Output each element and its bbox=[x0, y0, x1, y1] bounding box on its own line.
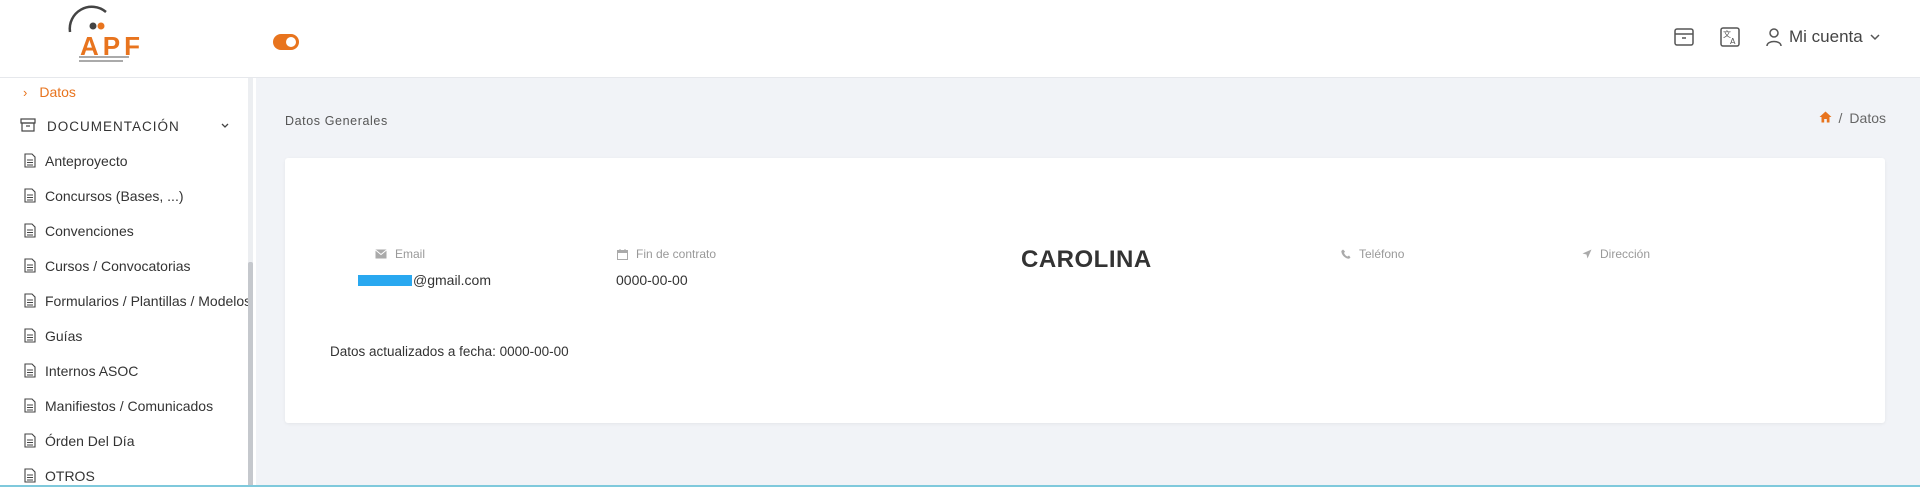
translate-icon: 文 A bbox=[1720, 27, 1740, 47]
sidebar-item-cursos[interactable]: Cursos / Convocatorias bbox=[24, 255, 191, 277]
archive-icon bbox=[20, 118, 36, 134]
profile-card: Email @gmail.com Fin de contrato 0000-00… bbox=[285, 158, 1885, 423]
calendar-icon bbox=[617, 248, 628, 260]
sidebar-item-concursos[interactable]: Concursos (Bases, ...) bbox=[24, 185, 184, 207]
location-arrow-icon bbox=[1582, 249, 1592, 259]
chevron-down-icon bbox=[220, 119, 230, 134]
sidebar-item-label: Concursos (Bases, ...) bbox=[45, 188, 184, 204]
profile-name: CAROLINA bbox=[1021, 246, 1152, 273]
sidebar-item-label: Internos ASOC bbox=[45, 363, 139, 379]
sidebar-item-otros[interactable]: OTROS bbox=[24, 465, 95, 487]
sidebar-toggle[interactable] bbox=[273, 34, 299, 50]
sidebar-item-label: Anteproyecto bbox=[45, 153, 128, 169]
address-label: Dirección bbox=[1600, 247, 1651, 261]
envelope-icon bbox=[375, 249, 387, 259]
document-icon bbox=[24, 258, 38, 274]
chevron-down-icon bbox=[1870, 34, 1880, 41]
sidebar-section-documentacion[interactable]: DOCUMENTACIÓN bbox=[20, 115, 229, 137]
archive-button[interactable] bbox=[1672, 25, 1696, 49]
phone-field: Teléfono bbox=[1341, 247, 1404, 261]
sidebar-item-manifiestos[interactable]: Manifiestos / Comunicados bbox=[24, 395, 213, 417]
contract-label-row: Fin de contrato bbox=[617, 247, 716, 261]
chevron-right-icon: › bbox=[23, 84, 28, 100]
sidebar-scrollbar-thumb[interactable] bbox=[248, 262, 253, 487]
toggle-knob bbox=[286, 37, 296, 47]
svg-text:A: A bbox=[1730, 37, 1736, 46]
document-icon bbox=[24, 328, 38, 344]
redacted-block bbox=[358, 274, 412, 286]
account-label: Mi cuenta bbox=[1789, 27, 1863, 46]
email-label-row: Email bbox=[375, 247, 491, 261]
contract-value: 0000-00-00 bbox=[616, 272, 688, 288]
phone-label-row: Teléfono bbox=[1341, 247, 1404, 261]
sidebar-item-label: Guías bbox=[45, 328, 83, 344]
sidebar-item-label: Manifiestos / Comunicados bbox=[45, 398, 214, 414]
phone-label: Teléfono bbox=[1359, 247, 1405, 261]
page-title: Datos Generales bbox=[285, 114, 388, 128]
phone-icon bbox=[1341, 249, 1351, 259]
sidebar-item-internos-asoc[interactable]: Internos ASOC bbox=[24, 360, 138, 382]
sidebar: › Datos DOCUMENTACIÓN Anteproyecto Concu… bbox=[0, 78, 256, 487]
document-icon bbox=[24, 468, 38, 484]
sidebar-item-orden-del-dia[interactable]: Órden Del Día bbox=[24, 430, 134, 452]
account-menu[interactable]: Mi cuenta bbox=[1765, 24, 1881, 50]
document-icon bbox=[24, 433, 38, 449]
sidebar-item-label: Órden Del Día bbox=[45, 433, 135, 449]
contract-field: Fin de contrato 0000-00-00 bbox=[616, 247, 716, 288]
sidebar-item-guias[interactable]: Guías bbox=[24, 325, 82, 347]
address-field: Dirección bbox=[1582, 247, 1650, 261]
logo-text: APF bbox=[80, 31, 144, 61]
email-value-row: @gmail.com bbox=[358, 272, 491, 288]
document-icon bbox=[24, 153, 38, 169]
apf-logo[interactable]: APF bbox=[66, 4, 156, 68]
sidebar-item-label: Convenciones bbox=[45, 223, 134, 239]
email-value: @gmail.com bbox=[413, 272, 492, 288]
translate-button[interactable]: 文 A bbox=[1718, 25, 1742, 49]
archive-icon bbox=[1674, 28, 1694, 46]
contract-label: Fin de contrato bbox=[636, 247, 717, 261]
email-label: Email bbox=[395, 247, 426, 261]
breadcrumb-separator: / bbox=[1838, 110, 1843, 126]
document-icon bbox=[24, 223, 38, 239]
document-icon bbox=[24, 188, 38, 204]
sidebar-item-label: Datos bbox=[39, 84, 76, 100]
breadcrumb-current: Datos bbox=[1849, 110, 1886, 126]
email-field: Email @gmail.com bbox=[358, 247, 491, 288]
top-bar: APF 文 A Mi cuenta bbox=[0, 0, 1920, 78]
sidebar-item-label: Formularios / Plantillas / Modelos bbox=[45, 293, 252, 309]
document-icon bbox=[24, 398, 38, 414]
document-icon bbox=[24, 293, 38, 309]
sidebar-item-datos[interactable]: › Datos bbox=[23, 81, 76, 103]
user-icon bbox=[1766, 28, 1782, 47]
sidebar-section-label: DOCUMENTACIÓN bbox=[47, 118, 180, 134]
document-icon bbox=[24, 363, 38, 379]
address-label-row: Dirección bbox=[1582, 247, 1650, 261]
sidebar-item-label: OTROS bbox=[45, 468, 95, 484]
sidebar-item-formularios[interactable]: Formularios / Plantillas / Modelos bbox=[24, 290, 251, 312]
breadcrumb: / Datos bbox=[1819, 110, 1886, 126]
sidebar-item-anteproyecto[interactable]: Anteproyecto bbox=[24, 150, 128, 172]
home-icon[interactable] bbox=[1819, 110, 1832, 126]
sidebar-item-label: Cursos / Convocatorias bbox=[45, 258, 191, 274]
updated-date-text: Datos actualizados a fecha: 0000-00-00 bbox=[330, 344, 569, 359]
sidebar-item-convenciones[interactable]: Convenciones bbox=[24, 220, 134, 242]
